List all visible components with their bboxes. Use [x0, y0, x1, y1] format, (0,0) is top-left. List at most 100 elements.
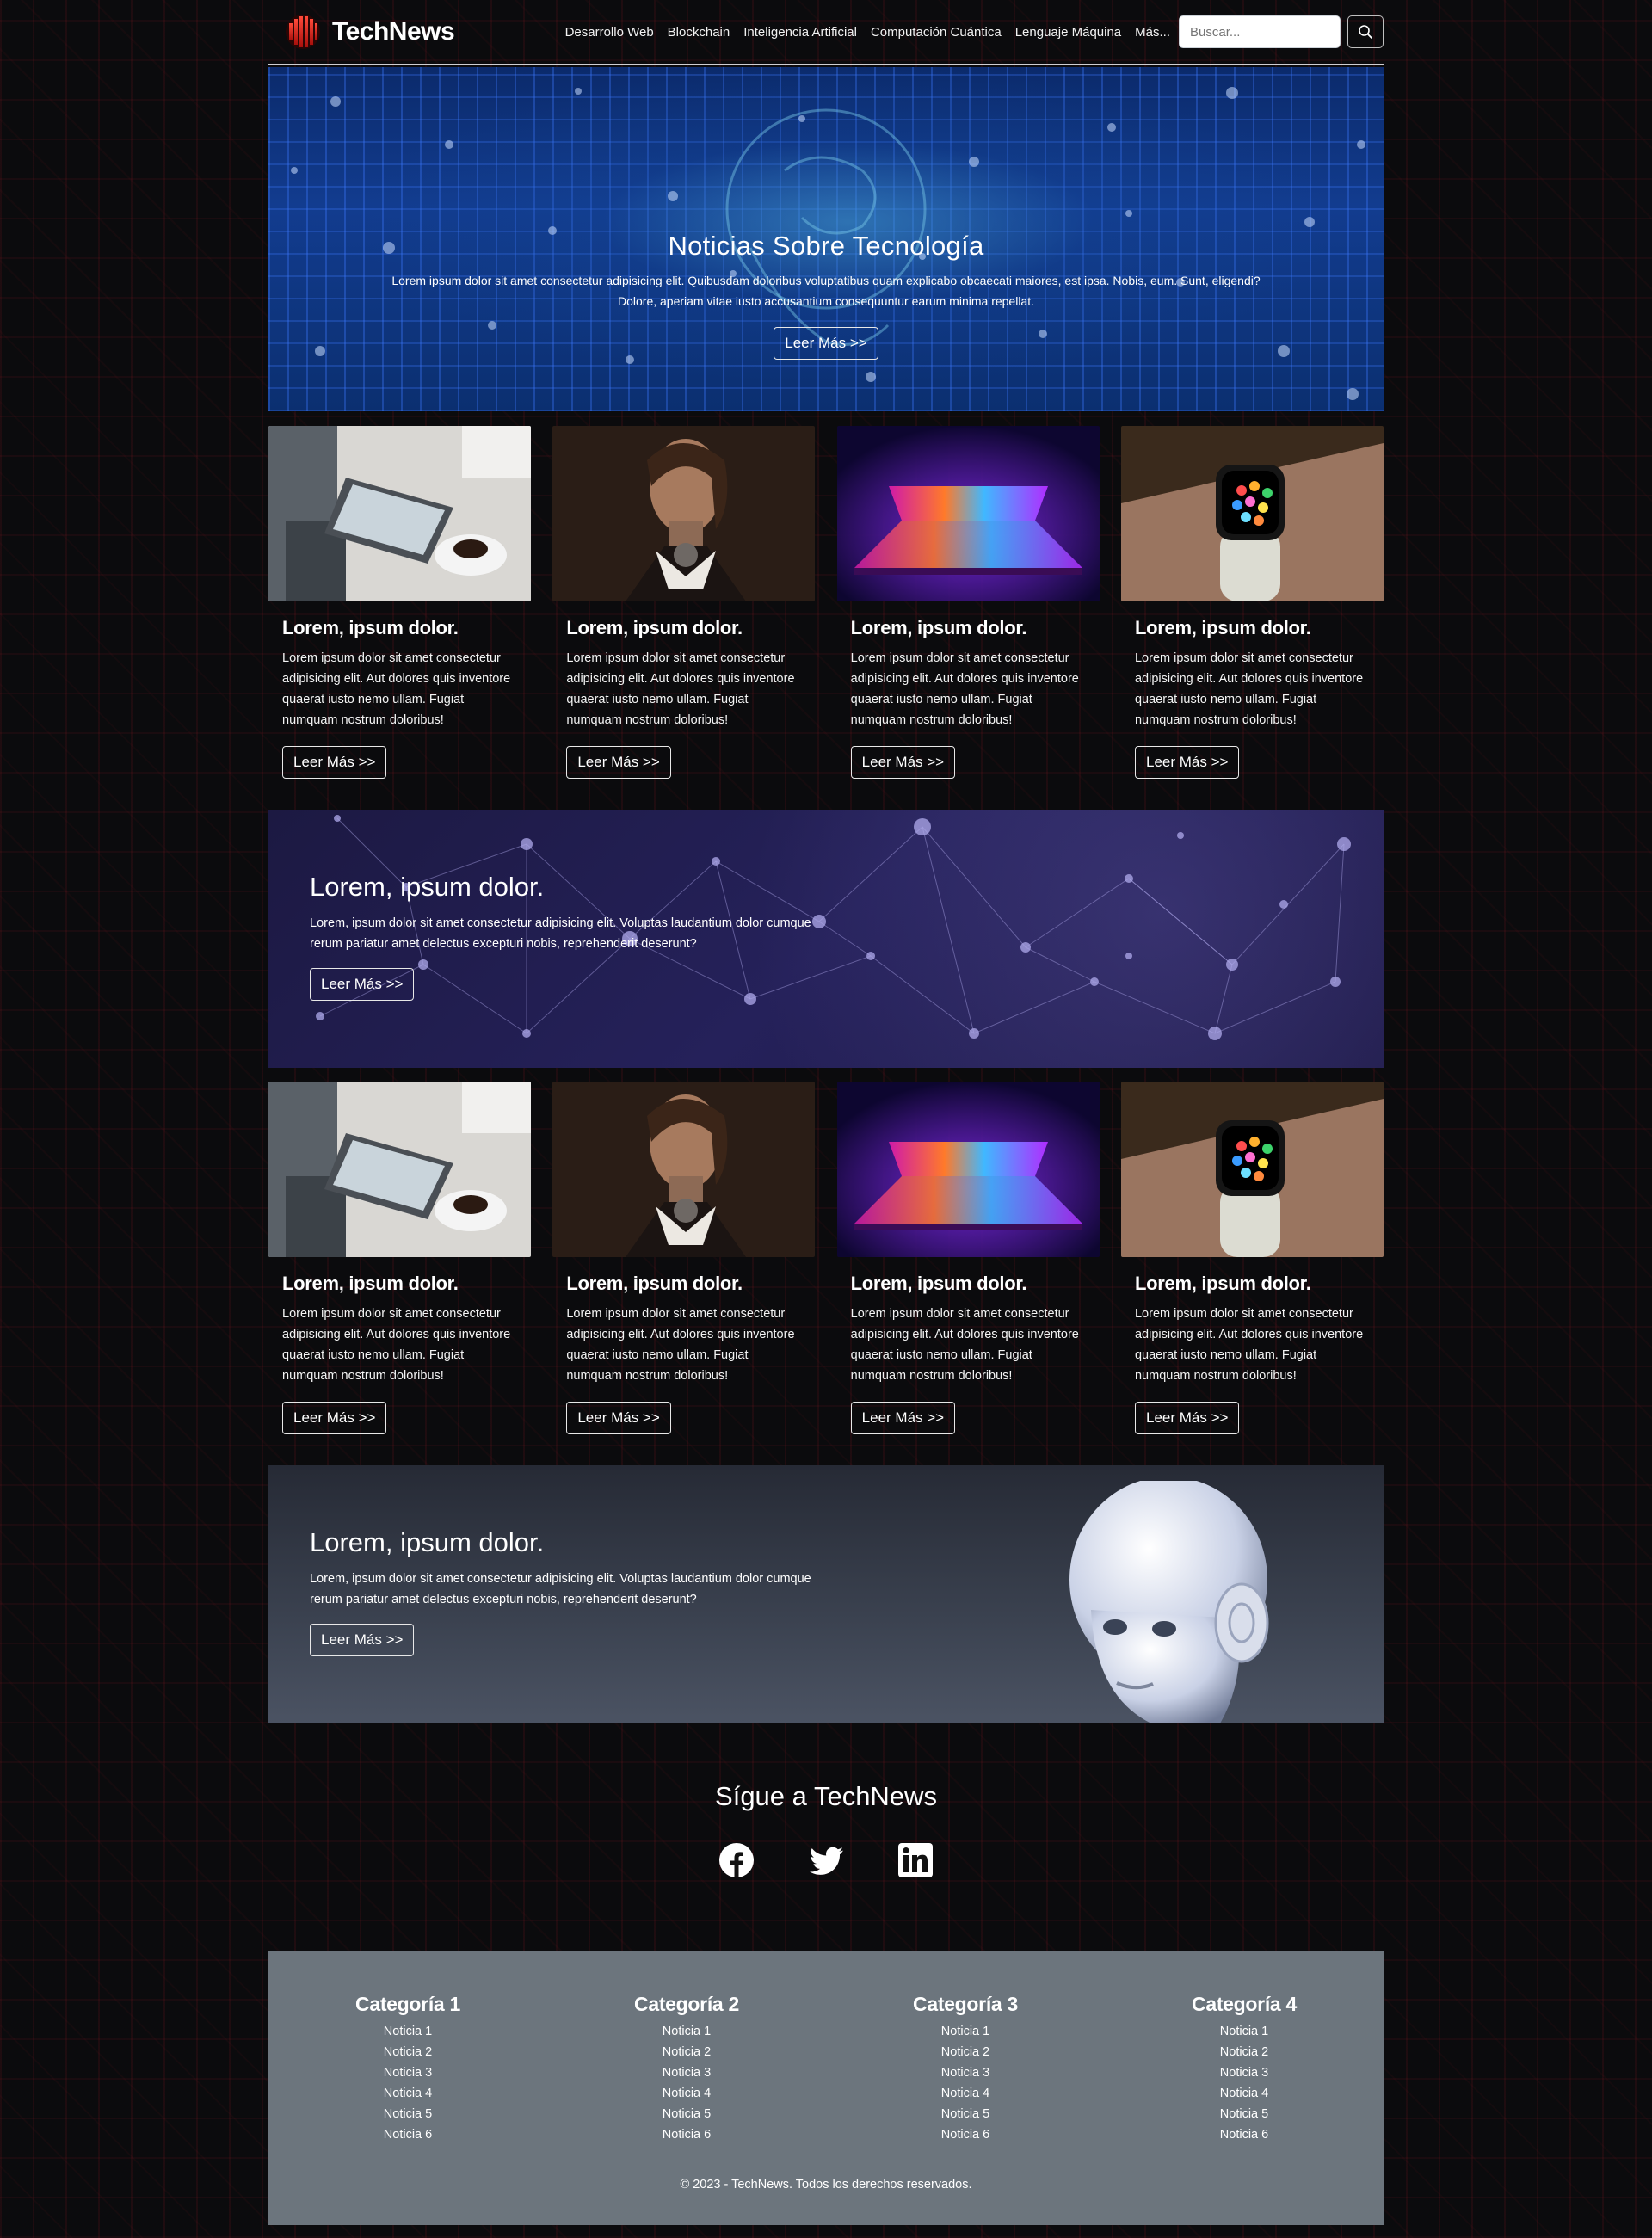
card-image-neon-laptop	[836, 426, 1100, 601]
footer-link[interactable]: Noticia 1	[1113, 2021, 1376, 2042]
footer-link[interactable]: Noticia 2	[555, 2042, 818, 2062]
footer-link[interactable]: Noticia 3	[834, 2062, 1097, 2083]
footer-link[interactable]: Noticia 3	[555, 2062, 818, 2083]
banner-text: Lorem, ipsum dolor sit amet consectetur …	[310, 1572, 811, 1606]
hero-text: Lorem ipsum dolor sit amet consectetur a…	[391, 274, 1261, 308]
banner-content: Lorem, ipsum dolor. Lorem, ipsum dolor s…	[310, 1527, 826, 1656]
footer-list: Noticia 1 Noticia 2 Noticia 3 Noticia 4 …	[276, 2021, 539, 2145]
card-image-tablet-coffee	[268, 426, 531, 601]
card-read-more-button[interactable]: Leer Más >>	[1134, 746, 1240, 779]
footer-column: Categoría 4 Noticia 1 Noticia 2 Noticia …	[1113, 1993, 1376, 2145]
social-icons	[268, 1841, 1384, 1879]
card-read-more-button[interactable]: Leer Más >>	[282, 746, 387, 779]
nav-link-lenguaje-maquina[interactable]: Lenguaje Máquina	[1015, 25, 1121, 40]
footer: Categoría 1 Noticia 1 Noticia 2 Noticia …	[268, 1951, 1384, 2225]
footer-link[interactable]: Noticia 2	[834, 2042, 1097, 2062]
brand[interactable]: TechNews	[284, 13, 455, 51]
news-card: Lorem, ipsum dolor. Lorem ipsum dolor si…	[1120, 426, 1384, 779]
card-read-more-button[interactable]: Leer Más >>	[282, 1402, 387, 1434]
hero-title: Noticias Sobre Tecnología	[668, 231, 984, 261]
news-card: Lorem, ipsum dolor. Lorem ipsum dolor si…	[268, 426, 531, 779]
footer-column-title: Categoría 1	[355, 1993, 460, 2015]
card-text: Lorem ipsum dolor sit amet consectetur a…	[566, 651, 795, 727]
card-title: Lorem, ipsum dolor.	[850, 617, 1027, 638]
banner-content: Lorem, ipsum dolor. Lorem, ipsum dolor s…	[310, 872, 826, 1001]
card-title: Lorem, ipsum dolor.	[566, 617, 743, 638]
footer-link[interactable]: Noticia 4	[834, 2083, 1097, 2104]
footer-link[interactable]: Noticia 5	[834, 2104, 1097, 2124]
news-card: Lorem, ipsum dolor. Lorem ipsum dolor si…	[552, 426, 816, 779]
footer-link[interactable]: Noticia 5	[1113, 2104, 1376, 2124]
footer-link[interactable]: Noticia 4	[276, 2083, 539, 2104]
linkedin-icon[interactable]	[897, 1841, 934, 1879]
footer-columns: Categoría 1 Noticia 1 Noticia 2 Noticia …	[268, 1951, 1384, 2145]
banner-read-more-button[interactable]: Leer Más >>	[310, 1624, 415, 1656]
footer-link[interactable]: Noticia 6	[1113, 2124, 1376, 2145]
footer-link[interactable]: Noticia 5	[276, 2104, 539, 2124]
card-body: Lorem, ipsum dolor. Lorem ipsum dolor si…	[1121, 617, 1384, 779]
nav-link-desarrollo-web[interactable]: Desarrollo Web	[565, 25, 654, 40]
card-body: Lorem, ipsum dolor. Lorem ipsum dolor si…	[1121, 1273, 1384, 1434]
search-button[interactable]	[1347, 15, 1384, 48]
card-body: Lorem, ipsum dolor. Lorem ipsum dolor si…	[552, 1273, 815, 1434]
footer-link[interactable]: Noticia 3	[276, 2062, 539, 2083]
card-text: Lorem ipsum dolor sit amet consectetur a…	[850, 1307, 1079, 1383]
footer-column-title: Categoría 2	[634, 1993, 739, 2015]
footer-link[interactable]: Noticia 6	[276, 2124, 539, 2145]
footer-link[interactable]: Noticia 2	[1113, 2042, 1376, 2062]
card-image-smartwatch	[1120, 426, 1384, 601]
search-input[interactable]	[1179, 15, 1341, 48]
footer-link[interactable]: Noticia 5	[555, 2104, 818, 2124]
promo-banner-network: Lorem, ipsum dolor. Lorem, ipsum dolor s…	[268, 810, 1384, 1068]
news-card: Lorem, ipsum dolor. Lorem ipsum dolor si…	[836, 426, 1100, 779]
banner-title: Lorem, ipsum dolor.	[310, 1527, 545, 1557]
footer-link[interactable]: Noticia 6	[834, 2124, 1097, 2145]
social-title: Sígue a TechNews	[715, 1781, 937, 1811]
footer-link[interactable]: Noticia 6	[555, 2124, 818, 2145]
card-read-more-button[interactable]: Leer Más >>	[566, 746, 671, 779]
card-read-more-button[interactable]: Leer Más >>	[850, 746, 956, 779]
footer-list: Noticia 1 Noticia 2 Noticia 3 Noticia 4 …	[555, 2021, 818, 2145]
card-title: Lorem, ipsum dolor.	[566, 1273, 743, 1294]
card-title: Lorem, ipsum dolor.	[850, 1273, 1027, 1294]
hero-read-more-button[interactable]: Leer Más >>	[774, 327, 878, 360]
footer-column: Categoría 2 Noticia 1 Noticia 2 Noticia …	[555, 1993, 818, 2145]
card-read-more-button[interactable]: Leer Más >>	[850, 1402, 956, 1434]
banner-text: Lorem, ipsum dolor sit amet consectetur …	[310, 916, 811, 951]
card-image-android-woman	[552, 1082, 816, 1257]
nav-link-computacion-cuantica[interactable]: Computación Cuántica	[871, 25, 1002, 40]
brand-name: TechNews	[332, 17, 455, 46]
news-card: Lorem, ipsum dolor. Lorem ipsum dolor si…	[268, 1082, 531, 1434]
footer-link[interactable]: Noticia 2	[276, 2042, 539, 2062]
card-body: Lorem, ipsum dolor. Lorem ipsum dolor si…	[268, 617, 531, 779]
footer-link[interactable]: Noticia 4	[555, 2083, 818, 2104]
card-read-more-button[interactable]: Leer Más >>	[566, 1402, 671, 1434]
footer-column: Categoría 3 Noticia 1 Noticia 2 Noticia …	[834, 1993, 1097, 2145]
footer-link[interactable]: Noticia 1	[834, 2021, 1097, 2042]
cards-row-2: Lorem, ipsum dolor. Lorem ipsum dolor si…	[268, 1082, 1384, 1434]
twitter-icon[interactable]	[807, 1841, 845, 1879]
footer-list: Noticia 1 Noticia 2 Noticia 3 Noticia 4 …	[834, 2021, 1097, 2145]
footer-link[interactable]: Noticia 3	[1113, 2062, 1376, 2083]
footer-link[interactable]: Noticia 1	[555, 2021, 818, 2042]
card-body: Lorem, ipsum dolor. Lorem ipsum dolor si…	[837, 617, 1100, 779]
social-section: Sígue a TechNews	[268, 1781, 1384, 1879]
ai-head-image	[1069, 1481, 1269, 1723]
news-card: Lorem, ipsum dolor. Lorem ipsum dolor si…	[836, 1082, 1100, 1434]
card-image-android-woman	[552, 426, 816, 601]
footer-link[interactable]: Noticia 4	[1113, 2083, 1376, 2104]
nav-link-inteligencia-artificial[interactable]: Inteligencia Artificial	[743, 25, 857, 40]
card-image-tablet-coffee	[268, 1082, 531, 1257]
card-title: Lorem, ipsum dolor.	[282, 1273, 459, 1294]
banner-read-more-button[interactable]: Leer Más >>	[310, 968, 415, 1001]
nav-link-mas-dropdown[interactable]: Más...	[1135, 25, 1170, 40]
facebook-icon[interactable]	[718, 1841, 755, 1879]
card-read-more-button[interactable]: Leer Más >>	[1134, 1402, 1240, 1434]
footer-link[interactable]: Noticia 1	[276, 2021, 539, 2042]
brand-logo-icon	[286, 15, 320, 49]
news-card: Lorem, ipsum dolor. Lorem ipsum dolor si…	[552, 1082, 816, 1434]
nav-link-blockchain[interactable]: Blockchain	[668, 25, 730, 40]
hero-content: Noticias Sobre Tecnología Lorem ipsum do…	[268, 231, 1384, 360]
news-card: Lorem, ipsum dolor. Lorem ipsum dolor si…	[1120, 1082, 1384, 1434]
card-text: Lorem ipsum dolor sit amet consectetur a…	[566, 1307, 795, 1383]
